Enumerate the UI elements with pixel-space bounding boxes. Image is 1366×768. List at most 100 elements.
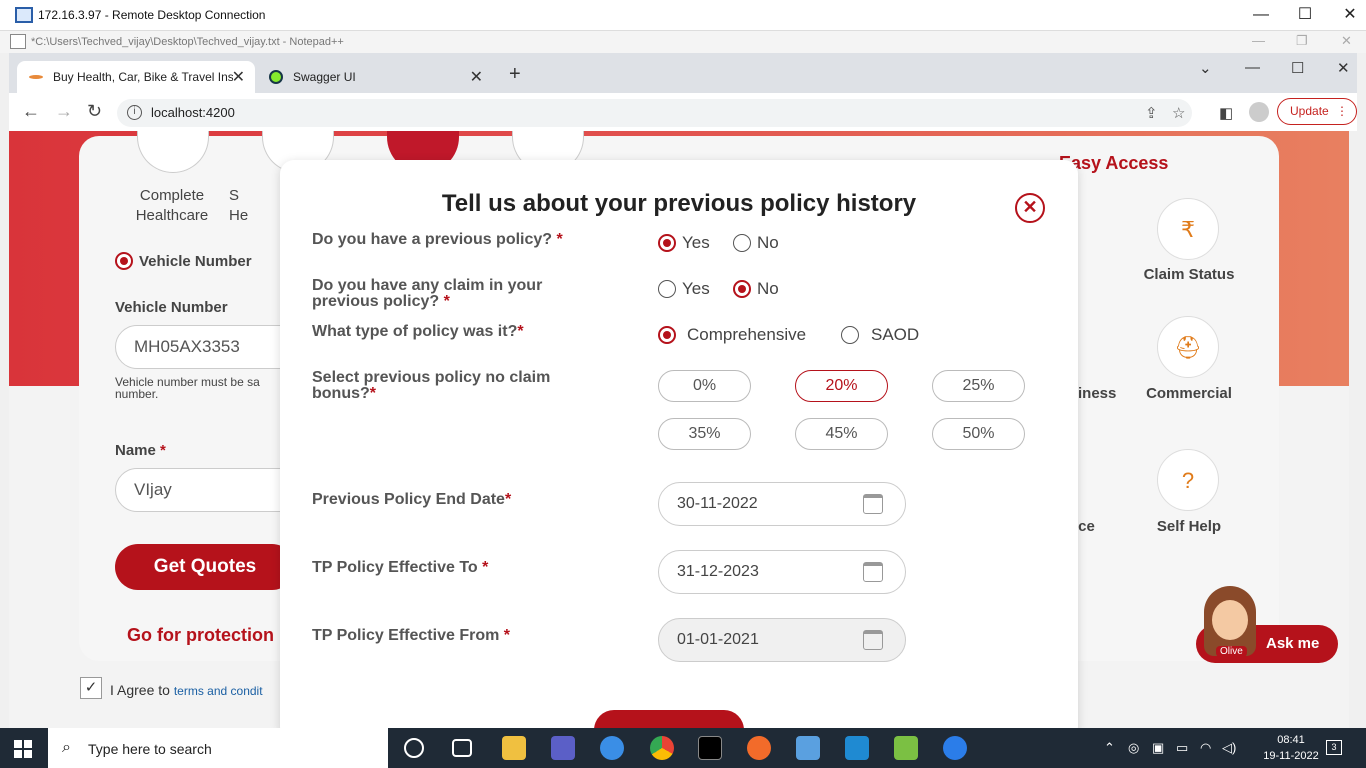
ncb-option-50[interactable]: 50% — [932, 418, 1025, 450]
windows-start-icon[interactable] — [14, 740, 32, 758]
comprehensive-radio[interactable] — [658, 326, 676, 344]
postman-icon[interactable] — [747, 736, 771, 760]
taskbar-clock[interactable]: 08:41 19-11-2022 — [1261, 732, 1321, 764]
terms-link[interactable]: terms and condit — [174, 684, 263, 698]
self-help-label[interactable]: Self Help — [1124, 518, 1254, 535]
side-panel-icon[interactable]: ◧ — [1219, 104, 1233, 122]
required-star: * — [504, 491, 512, 508]
chrome-icon[interactable] — [650, 736, 674, 760]
promo-text: Go for protection — [127, 625, 274, 645]
agree-checkbox[interactable]: ✓ — [80, 677, 102, 699]
claim-status-label[interactable]: Claim Status — [1124, 266, 1254, 283]
previous-policy-no-radio[interactable] — [733, 234, 751, 252]
tp-to-date-input[interactable]: 31-12-2023 — [658, 550, 906, 594]
forward-button[interactable]: → — [55, 101, 73, 122]
submit-button[interactable] — [594, 710, 744, 728]
maximize-button[interactable]: ☐ — [1293, 4, 1317, 26]
health-shield-icon[interactable] — [137, 131, 209, 173]
vehicle-number-radio[interactable] — [115, 252, 133, 270]
q-text: bonus? — [312, 385, 370, 402]
skype-icon[interactable] — [600, 736, 624, 760]
notepad-restore-button[interactable]: ❐ — [1296, 33, 1308, 49]
question-hand-icon[interactable]: ? — [1157, 449, 1219, 511]
swagger-favicon-icon — [269, 70, 283, 84]
calendar-icon[interactable] — [863, 562, 883, 582]
close-tab-icon[interactable]: ✕ — [470, 67, 483, 87]
close-tab-icon[interactable]: ✕ — [232, 67, 245, 87]
tab-search-chevron-icon[interactable]: ⌄ — [1199, 59, 1212, 77]
notepad-minimize-button[interactable]: — — [1252, 33, 1265, 48]
notepad-close-button[interactable]: ✕ — [1341, 33, 1352, 49]
commercial-label[interactable]: Commercial — [1124, 385, 1254, 402]
saod-label[interactable]: SAOD — [871, 325, 919, 345]
chrome-minimize-button[interactable]: — — [1245, 59, 1260, 76]
reload-button[interactable]: ↻ — [87, 101, 102, 122]
saod-radio[interactable] — [841, 326, 859, 344]
update-button[interactable]: Update ⋮ — [1277, 98, 1357, 125]
file-explorer-icon[interactable] — [502, 736, 526, 760]
new-tab-button[interactable]: + — [509, 63, 521, 86]
task-view-icon[interactable] — [452, 739, 472, 757]
tray-app-icon[interactable]: ◎ — [1128, 740, 1139, 756]
ncb-option-25[interactable]: 25% — [932, 370, 1025, 402]
remote-desktop-taskbar-icon[interactable] — [796, 736, 820, 760]
claim-no-label[interactable]: No — [757, 279, 779, 299]
ncb-option-45[interactable]: 45% — [795, 418, 888, 450]
prev-end-date-input[interactable]: 30-11-2022 — [658, 482, 906, 526]
previous-policy-yes-label[interactable]: Yes — [682, 233, 710, 253]
tray-chevron-icon[interactable]: ⌃ — [1104, 740, 1115, 756]
terminal-icon[interactable] — [698, 736, 722, 760]
previous-policy-no-label[interactable]: No — [757, 233, 779, 253]
tray-app-icon[interactable]: ▣ — [1152, 740, 1164, 756]
product-label-complete-healthcare: Complete Healthcare — [112, 186, 232, 226]
teams-icon[interactable] — [551, 736, 575, 760]
browser-chrome: Buy Health, Car, Bike & Travel Ins ✕ Swa… — [9, 53, 1357, 131]
business-label-partial[interactable]: iness — [1078, 385, 1116, 402]
money-bag-icon[interactable]: ₹ — [1157, 198, 1219, 260]
chrome-close-button[interactable]: ✕ — [1337, 59, 1350, 77]
date-value: 01-01-2021 — [677, 631, 759, 648]
cortana-icon[interactable] — [404, 738, 424, 758]
profile-avatar-icon[interactable] — [1249, 102, 1269, 122]
required-star: * — [160, 442, 166, 459]
worker-icon[interactable]: ⛑ — [1157, 316, 1219, 378]
comprehensive-label[interactable]: Comprehensive — [687, 325, 806, 345]
claim-yes-radio[interactable] — [658, 280, 676, 298]
get-quotes-button[interactable]: Get Quotes — [115, 544, 295, 590]
ncb-option-20[interactable]: 20% — [795, 370, 888, 402]
rdp-title: 172.16.3.97 - Remote Desktop Connection — [38, 8, 266, 22]
product-label-line: Complete — [139, 187, 205, 204]
ncb-option-35[interactable]: 35% — [658, 418, 751, 450]
chrome-maximize-button[interactable]: ☐ — [1291, 59, 1304, 77]
ncb-option-0[interactable]: 0% — [658, 370, 751, 402]
calendar-icon[interactable] — [863, 494, 883, 514]
taskbar-search-box[interactable]: ⌕ Type here to search — [48, 728, 388, 768]
volume-icon[interactable]: ◁) — [1222, 740, 1236, 756]
tab-insurance[interactable]: Buy Health, Car, Bike & Travel Ins ✕ — [17, 61, 255, 93]
previous-policy-yes-radio[interactable] — [658, 234, 676, 252]
notepadpp-icon[interactable] — [894, 736, 918, 760]
site-info-icon[interactable]: i — [127, 105, 142, 120]
agree-text: I Agree to terms and condit — [110, 682, 263, 698]
product-label-line: He — [229, 207, 249, 224]
required-star: * — [517, 323, 524, 340]
tab-swagger[interactable]: Swagger UI ✕ — [257, 61, 493, 93]
share-icon[interactable]: ⇪ — [1145, 104, 1158, 122]
wifi-icon[interactable]: ◠ — [1200, 740, 1211, 756]
claim-no-radio[interactable] — [733, 280, 751, 298]
bookmark-star-icon[interactable]: ☆ — [1172, 104, 1185, 122]
claim-yes-label[interactable]: Yes — [682, 279, 710, 299]
address-bar[interactable]: i localhost:4200 ⇪ ☆ — [117, 99, 1192, 127]
tab-label: Buy Health, Car, Bike & Travel Ins — [53, 70, 233, 84]
battery-icon[interactable]: ▭ — [1176, 740, 1188, 756]
vscode-icon[interactable] — [845, 736, 869, 760]
close-icon[interactable]: ✕ — [1015, 193, 1045, 223]
required-star: * — [503, 627, 511, 644]
wps-icon[interactable] — [943, 736, 967, 760]
q-text: Select previous policy no claim — [312, 369, 551, 386]
notification-icon[interactable]: 3 — [1326, 740, 1342, 755]
vehicle-number-radio-label: Vehicle Number — [139, 253, 252, 270]
back-button[interactable]: ← — [22, 101, 40, 122]
close-button[interactable]: ✕ — [1338, 4, 1362, 26]
minimize-button[interactable]: — — [1249, 4, 1273, 26]
